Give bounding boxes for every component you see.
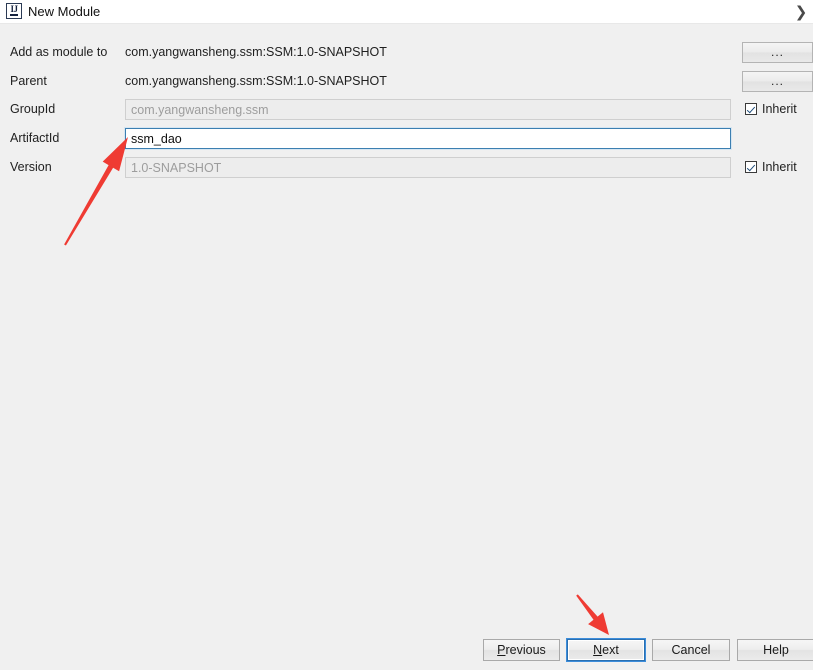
checkbox-checked-icon <box>745 161 757 173</box>
form-row-add-as-module-to: Add as module to com.yangwansheng.ssm:SS… <box>0 42 813 64</box>
inherit-label-groupid: Inherit <box>762 102 797 116</box>
next-button[interactable]: Next <box>567 639 645 661</box>
checkbox-checked-icon <box>745 103 757 115</box>
version-input[interactable] <box>125 157 731 178</box>
window-titlebar: IJ New Module ❯ <box>0 0 813 24</box>
label-add-as-module-to: Add as module to <box>10 45 108 59</box>
inherit-label-version: Inherit <box>762 160 797 174</box>
value-add-as-module-to: com.yangwansheng.ssm:SSM:1.0-SNAPSHOT <box>125 45 387 59</box>
inherit-checkbox-groupid[interactable]: Inherit <box>745 102 797 116</box>
browse-button-add-as-module-to[interactable]: ... <box>742 42 813 63</box>
next-button-label: ext <box>602 643 619 657</box>
label-version: Version <box>10 160 52 174</box>
new-module-form: Add as module to com.yangwansheng.ssm:SS… <box>0 24 813 629</box>
window-title: New Module <box>28 4 101 19</box>
browse-button-parent[interactable]: ... <box>742 71 813 92</box>
label-artifactid: ArtifactId <box>10 131 60 145</box>
inherit-checkbox-version[interactable]: Inherit <box>745 160 797 174</box>
form-row-parent: Parent com.yangwansheng.ssm:SSM:1.0-SNAP… <box>0 71 813 93</box>
form-row-version: Version Inherit <box>0 150 813 178</box>
artifactid-input[interactable] <box>125 128 731 149</box>
dialog-button-bar: Previous Next Cancel Help <box>0 629 813 670</box>
form-row-artifactid: ArtifactId <box>0 121 813 149</box>
intellij-idea-icon: IJ <box>6 3 22 19</box>
chevron-right-icon[interactable]: ❯ <box>792 2 810 22</box>
label-groupid: GroupId <box>10 102 56 116</box>
cancel-button[interactable]: Cancel <box>652 639 730 661</box>
previous-button[interactable]: Previous <box>483 639 560 661</box>
help-button[interactable]: Help <box>737 639 813 661</box>
next-button-mnemonic: N <box>593 643 603 657</box>
value-parent: com.yangwansheng.ssm:SSM:1.0-SNAPSHOT <box>125 74 387 88</box>
label-parent: Parent <box>10 74 47 88</box>
groupid-input[interactable] <box>125 99 731 120</box>
form-row-groupid: GroupId Inherit <box>0 92 813 120</box>
previous-button-mnemonic: P <box>497 643 506 657</box>
previous-button-label: revious <box>505 643 546 657</box>
